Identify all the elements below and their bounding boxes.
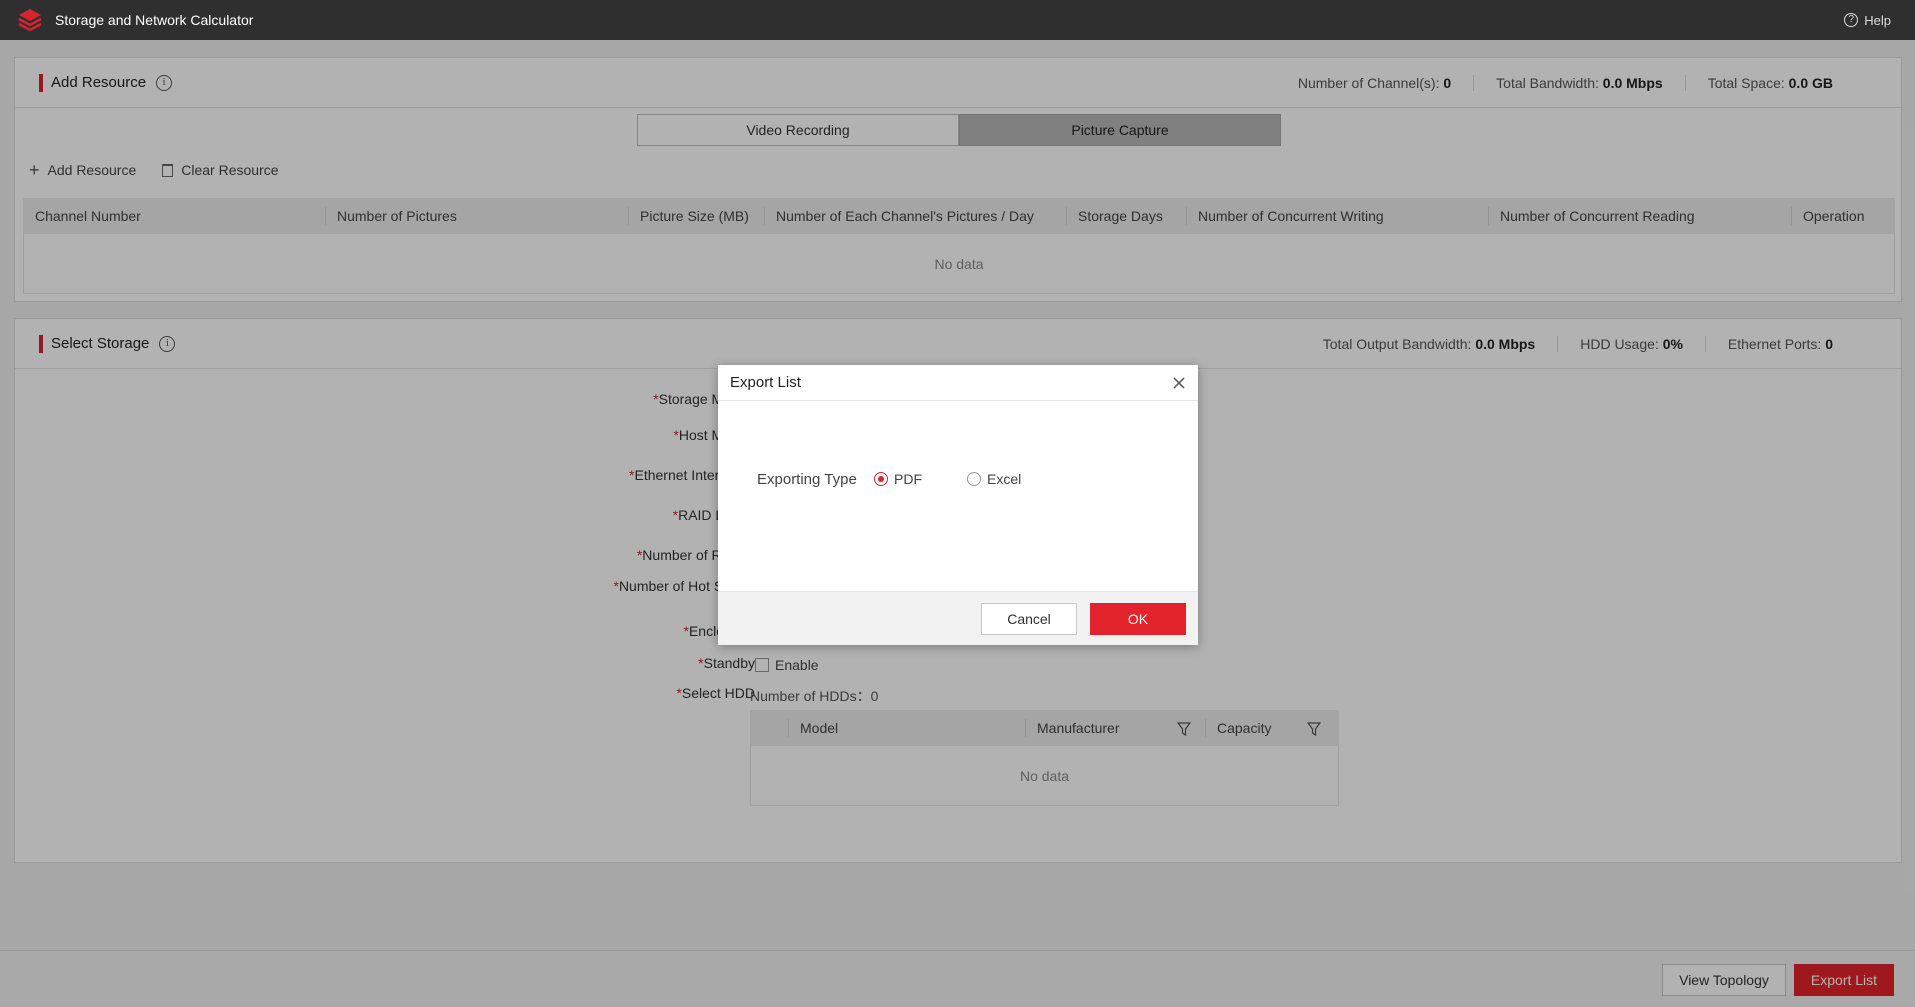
close-icon[interactable] (1170, 374, 1188, 392)
radio-pdf-label: PDF (894, 471, 922, 487)
radio-excel-label: Excel (987, 471, 1022, 487)
title-bar: Storage and Network Calculator ? Help (0, 0, 1915, 40)
dialog-footer: Cancel OK (718, 591, 1198, 645)
app-logo-icon (18, 9, 42, 32)
help-label: Help (1864, 12, 1891, 28)
cancel-button[interactable]: Cancel (981, 603, 1077, 635)
radio-button-checked[interactable] (874, 472, 888, 486)
help-icon: ? (1844, 13, 1859, 27)
app-title: Storage and Network Calculator (55, 12, 254, 28)
ok-button[interactable]: OK (1090, 603, 1186, 635)
radio-button[interactable] (967, 472, 981, 486)
dialog-title: Export List (730, 374, 801, 391)
radio-pdf[interactable]: PDF (874, 471, 922, 487)
dialog-body: Exporting Type PDF Excel (718, 401, 1198, 591)
exporting-type-label: Exporting Type (757, 471, 857, 488)
dialog-header: Export List (718, 365, 1198, 401)
help-button[interactable]: ? Help (1844, 0, 1891, 40)
export-list-dialog: Export List Exporting Type PDF Excel Can… (718, 365, 1198, 645)
radio-excel[interactable]: Excel (967, 471, 1021, 487)
